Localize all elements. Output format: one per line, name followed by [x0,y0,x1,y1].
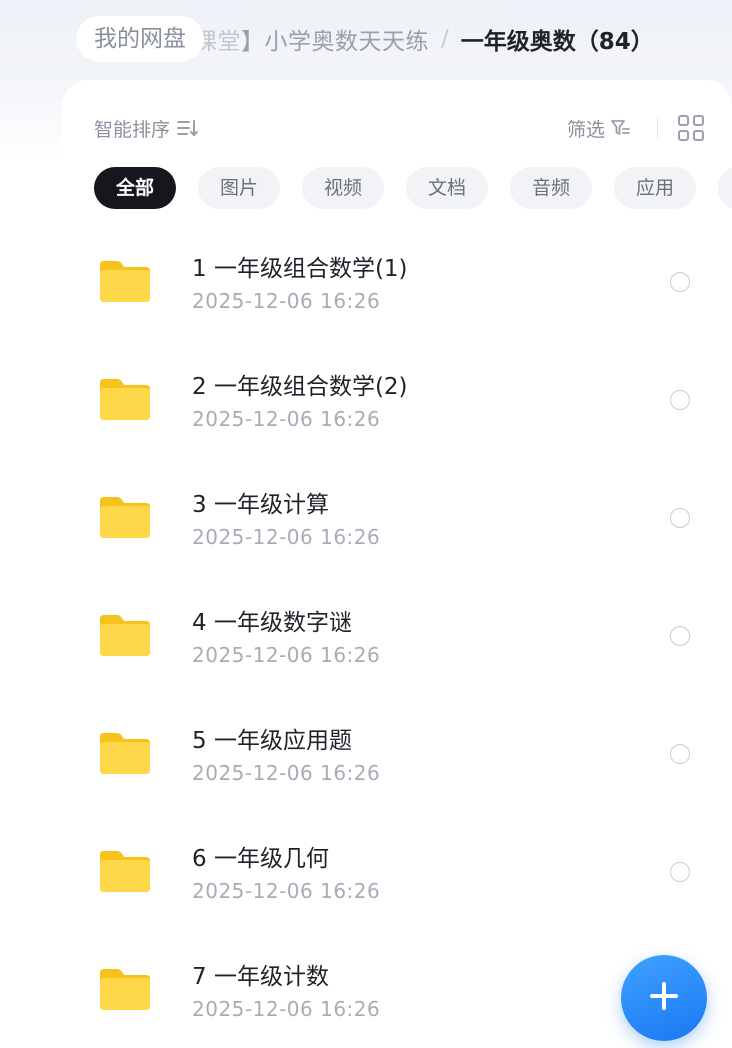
tab-audio[interactable]: 音频 [510,167,592,209]
file-row[interactable]: 1 一年级组合数学(1) 2025-12-06 16:26 [0,222,732,340]
file-date: 2025-12-06 16:26 [192,761,381,785]
breadcrumb-parent[interactable]: 课堂】小学奥数天天练 [194,22,429,56]
filter-button[interactable]: 筛选 [567,115,631,142]
breadcrumb-parent-label: 】小学奥数天天练 [241,29,429,55]
file-date: 2025-12-06 16:26 [192,407,381,431]
file-date: 2025-12-06 16:26 [192,643,381,667]
file-name: 2 一年级组合数学(2) [192,374,408,400]
file-row[interactable]: 6 一年级几何 2025-12-06 16:26 [0,812,732,930]
file-name: 7 一年级计数 [192,964,329,990]
file-row[interactable]: 2 一年级组合数学(2) 2025-12-06 16:26 [0,340,732,458]
select-checkbox[interactable] [670,862,690,882]
file-row[interactable]: 4 一年级数字谜 2025-12-06 16:26 [0,576,732,694]
select-checkbox[interactable] [670,508,690,528]
folder-icon [100,497,150,538]
file-name: 1 一年级组合数学(1) [192,256,408,282]
select-checkbox[interactable] [670,626,690,646]
add-button[interactable] [621,955,707,1041]
filter-label: 筛选 [566,118,605,141]
file-name: 5 一年级应用题 [192,728,352,754]
category-tabs: 全部 图片 视频 文档 音频 应用 [94,167,732,211]
file-name: 6 一年级几何 [192,846,329,872]
filter-icon [611,120,630,135]
breadcrumb-home[interactable]: 我的网盘 [76,16,204,62]
grid-cell-icon [693,130,704,141]
breadcrumb-separator: / [441,26,449,52]
tab-apps[interactable]: 应用 [614,167,696,209]
toolbar: 智能排序 筛选 [94,110,704,146]
select-checkbox[interactable] [670,272,690,292]
select-checkbox[interactable] [670,390,690,410]
file-row[interactable]: 3 一年级计算 2025-12-06 16:26 [0,458,732,576]
file-date: 2025-12-06 16:26 [192,997,381,1021]
plus-icon [621,955,707,1041]
breadcrumb-current: 一年级奥数（84） [460,29,654,55]
grid-cell-icon [678,115,689,126]
tab-videos[interactable]: 视频 [302,167,384,209]
select-checkbox[interactable] [670,744,690,764]
tab-documents[interactable]: 文档 [406,167,488,209]
sort-button[interactable]: 智能排序 [94,115,200,142]
folder-icon [100,379,150,420]
file-date: 2025-12-06 16:26 [192,879,381,903]
breadcrumb: 我的网盘 课堂】小学奥数天天练 / 一年级奥数（84） [76,16,654,62]
file-date: 2025-12-06 16:26 [192,289,381,313]
file-name: 3 一年级计算 [192,492,329,518]
grid-cell-icon [693,115,704,126]
tab-all[interactable]: 全部 [94,167,176,209]
grid-view-icon[interactable] [678,115,704,141]
file-name: 4 一年级数字谜 [192,610,352,636]
toolbar-divider [657,118,658,138]
tab-images[interactable]: 图片 [198,167,280,209]
folder-icon [100,261,150,302]
grid-cell-icon [678,130,689,141]
sort-label: 智能排序 [94,118,171,141]
file-list: 1 一年级组合数学(1) 2025-12-06 16:26 2 一年级组合数学(… [0,222,732,1048]
tab-more[interactable] [718,167,732,209]
folder-icon [100,615,150,656]
file-row[interactable]: 5 一年级应用题 2025-12-06 16:26 [0,694,732,812]
folder-icon [100,733,150,774]
folder-icon [100,851,150,892]
sort-icon [177,120,199,136]
file-date: 2025-12-06 16:26 [192,525,381,549]
folder-icon [100,969,150,1010]
